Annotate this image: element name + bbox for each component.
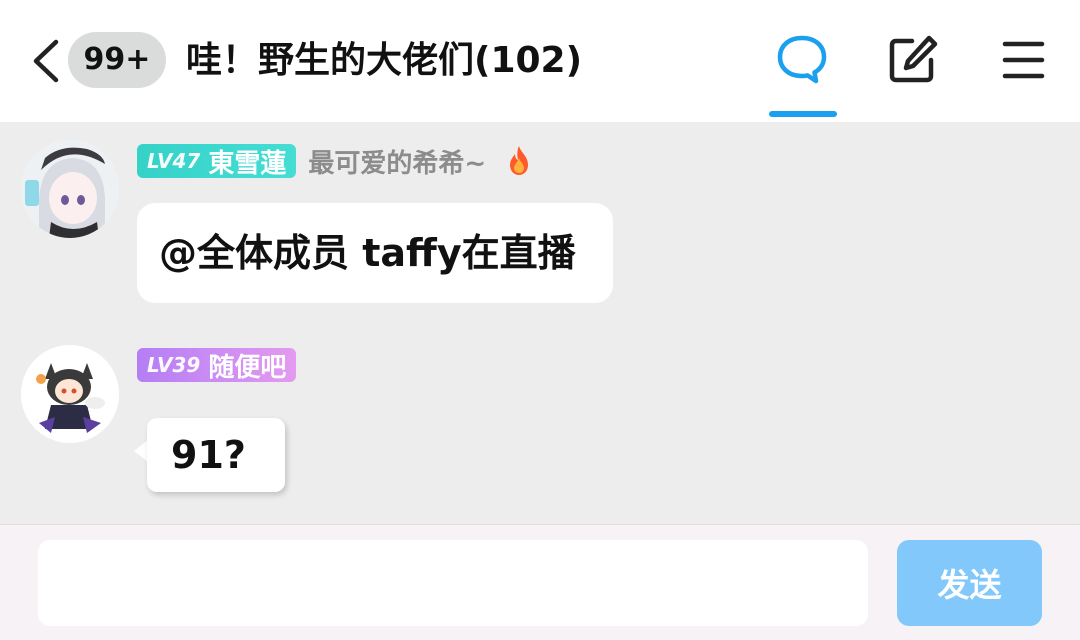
avatar[interactable]: [21, 345, 119, 443]
message-bubble[interactable]: @全体成员 taffy在直播: [137, 203, 613, 303]
level-tag[interactable]: LV39 随便吧: [137, 348, 297, 383]
sender-row: LV39 随便吧: [137, 347, 297, 383]
sender-name: 随便吧: [208, 352, 287, 383]
back-icon[interactable]: [28, 38, 68, 84]
sender-row: LV47 東雪蓮 最可爱的希希~: [137, 143, 536, 179]
chat-bubble-icon[interactable]: [772, 30, 832, 90]
bubble-tail: [134, 440, 148, 462]
chat-header: 99+ 哇！野生的大佬们(102): [0, 0, 1080, 122]
level-label: LV39: [147, 353, 201, 377]
edit-icon[interactable]: [882, 30, 942, 90]
chibi-wolf-avatar-icon: [21, 345, 119, 443]
avatar[interactable]: [21, 140, 119, 238]
fire-icon: [510, 146, 529, 175]
level-tag[interactable]: LV47 東雪蓮: [137, 144, 297, 179]
level-label: LV47: [147, 149, 201, 173]
input-bar: 发送: [0, 524, 1080, 640]
member-title: 最可爱的希希~: [308, 148, 487, 179]
message-input[interactable]: [38, 540, 868, 626]
send-button[interactable]: 发送: [897, 540, 1042, 626]
active-tab-indicator: [769, 111, 837, 117]
unread-count-badge[interactable]: 99+: [68, 32, 166, 88]
message-bubble[interactable]: 91?: [147, 418, 285, 492]
chat-title: 哇！野生的大佬们(102): [186, 40, 583, 81]
anime-girl-avatar-icon: [21, 140, 119, 238]
sender-name: 東雪蓮: [208, 148, 287, 179]
menu-icon[interactable]: [994, 30, 1054, 90]
